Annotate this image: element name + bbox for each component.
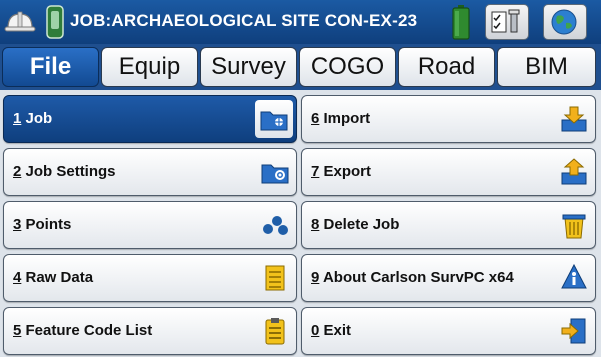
hardhat-icon[interactable] bbox=[4, 6, 36, 38]
title-bar: JOB:ARCHAEOLOGICAL SITE CON-EX-23 bbox=[0, 0, 601, 44]
exit-button[interactable]: 0 Exit bbox=[301, 307, 596, 355]
globe-icon bbox=[551, 9, 577, 35]
info-icon bbox=[557, 261, 591, 295]
map-view-button[interactable] bbox=[543, 4, 587, 40]
delete-job-icon bbox=[557, 208, 591, 242]
delete-job-button[interactable]: 8 Delete Job bbox=[301, 201, 596, 249]
tab-survey[interactable]: Survey bbox=[200, 47, 297, 87]
import-button[interactable]: 6 Import bbox=[301, 95, 596, 143]
job-button[interactable]: 1 Job bbox=[3, 95, 297, 143]
export-button[interactable]: 7 Export bbox=[301, 148, 596, 196]
raw-data-icon bbox=[258, 261, 292, 295]
clipboard-icon bbox=[258, 314, 292, 348]
instrument-settings-button[interactable] bbox=[485, 4, 529, 40]
checklist-rover-icon bbox=[491, 9, 520, 33]
tab-cogo[interactable]: COGO bbox=[299, 47, 396, 87]
tab-bar: File Equip Survey COGO Road BIM bbox=[0, 44, 601, 90]
import-icon bbox=[557, 102, 591, 136]
feature-code-list-button[interactable]: 5 Feature Code List bbox=[3, 307, 297, 355]
raw-data-button[interactable]: 4 Raw Data bbox=[3, 254, 297, 302]
points-icon bbox=[258, 208, 292, 242]
export-icon bbox=[557, 155, 591, 189]
tab-road[interactable]: Road bbox=[398, 47, 495, 87]
file-menu: 1 Job 2 Job Settings 3 Points 4 Raw Data… bbox=[0, 90, 601, 357]
tab-bim[interactable]: BIM bbox=[497, 47, 596, 87]
gnss-receiver-icon[interactable] bbox=[44, 4, 66, 40]
folder-settings-icon bbox=[258, 155, 292, 189]
battery-icon bbox=[452, 5, 470, 40]
exit-icon bbox=[557, 314, 591, 348]
tab-file[interactable]: File bbox=[2, 47, 99, 87]
job-settings-button[interactable]: 2 Job Settings bbox=[3, 148, 297, 196]
job-title: JOB:ARCHAEOLOGICAL SITE CON-EX-23 bbox=[70, 11, 418, 30]
about-button[interactable]: 9 About Carlson SurvPC x64 bbox=[301, 254, 596, 302]
points-button[interactable]: 3 Points bbox=[3, 201, 297, 249]
tab-equip[interactable]: Equip bbox=[101, 47, 198, 87]
folder-icon bbox=[255, 100, 293, 138]
